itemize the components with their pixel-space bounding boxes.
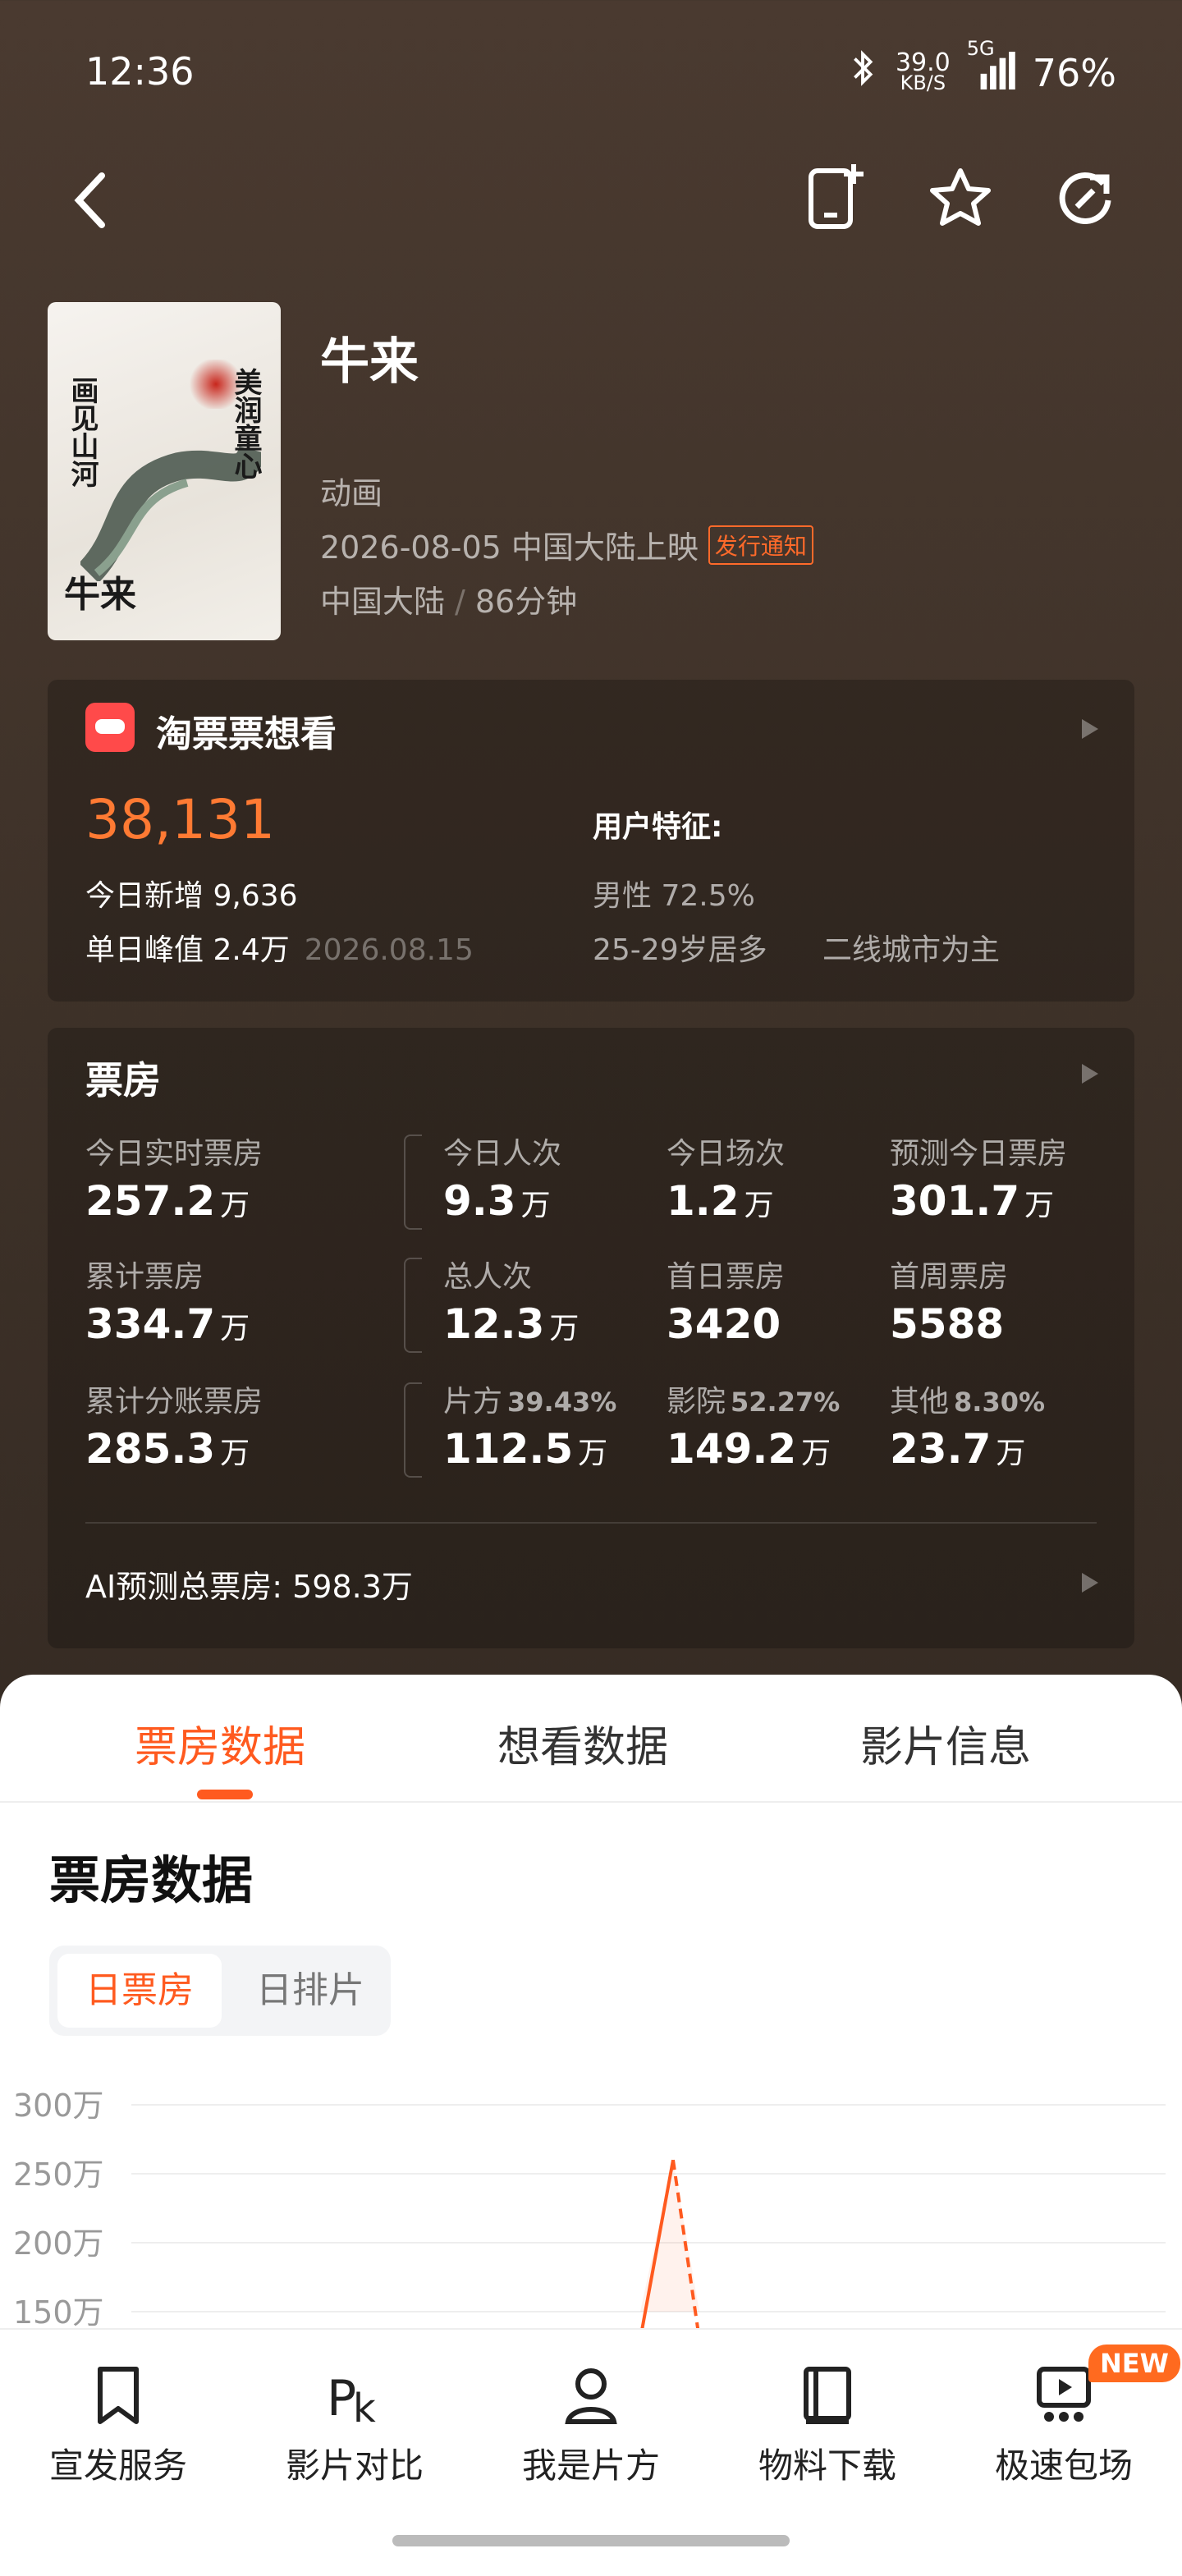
person-icon xyxy=(565,2368,617,2424)
ai-forecast-total[interactable]: AI预测总票房: 598.3万 xyxy=(85,1561,413,1607)
movie-release: 2026-08-05 中国大陆上映 发行通知 xyxy=(320,522,813,567)
movie-region-duration: 中国大陆/86分钟 xyxy=(320,584,578,620)
stat-other-share: 其他 8.30% 23.7 万 xyxy=(890,1385,1046,1473)
nav-i-am-producer[interactable]: 我是片方 xyxy=(501,2363,681,2488)
box-office-card[interactable]: 票房 今日实时票房 257.2 万 今日人次 9.3 万 今日场次 1.2 万 预测今… xyxy=(48,1028,1134,1648)
video-seat-icon xyxy=(1037,2367,1091,2422)
y-tick-label: 300万 xyxy=(13,2088,104,2124)
stat-split-cumulative: 累计分账票房 285.3 万 xyxy=(85,1385,263,1473)
segment-daily-schedule[interactable]: 日排片 xyxy=(238,1954,383,2028)
box-office-line-chart: 300万 250万 200万 150万 xyxy=(13,2088,1166,2331)
daily-peak: 单日峰值 2.4万 2026.08.15 xyxy=(85,933,474,967)
tab-movie-info[interactable]: 影片信息 xyxy=(860,1712,1031,1774)
pk-icon: Pk xyxy=(327,2370,376,2428)
stat-forecast-today: 预测今日票房 301.7 万 xyxy=(890,1137,1068,1225)
stat-producer-share: 片方 39.43% 112.5 万 xyxy=(443,1385,617,1473)
top-nav xyxy=(66,161,1116,240)
user-city: 二线城市为主 xyxy=(822,933,1001,967)
stat-cumulative: 累计票房 334.7 万 xyxy=(85,1260,250,1348)
poster-text-right: 美润童心 xyxy=(229,368,262,479)
movie-title: 牛来 xyxy=(320,333,419,391)
user-feature-title: 用户特征: xyxy=(593,810,723,844)
want-card-title: 淘票票想看 xyxy=(156,713,337,755)
poster-text-left: 画见山河 xyxy=(66,376,98,488)
back-icon[interactable] xyxy=(66,169,115,231)
signal-icon: 5G xyxy=(967,37,1016,94)
book-icon xyxy=(804,2367,851,2424)
nav-movie-compare[interactable]: Pk 影片对比 xyxy=(264,2363,445,2488)
net-speed: 39.0 KB/S xyxy=(895,48,951,94)
svg-text:k: k xyxy=(353,2386,376,2428)
y-tick-label: 250万 xyxy=(13,2157,104,2193)
want-to-see-card[interactable]: 淘票票想看 38,131 今日新增 9,636 单日峰值 2.4万 2026.08… xyxy=(48,680,1134,1002)
nav-actions xyxy=(804,161,1116,235)
chevron-right-icon xyxy=(1082,1064,1098,1084)
bracket-divider xyxy=(404,1134,422,1230)
today-new: 今日新增 9,636 xyxy=(85,879,298,913)
y-tick-label: 200万 xyxy=(13,2225,104,2262)
chevron-right-icon xyxy=(1082,1573,1098,1593)
status-right: 39.0 KB/S 5G 76% xyxy=(846,37,1116,96)
status-time: 12:36 xyxy=(85,49,195,94)
tab-bar: 票房数据 想看数据 影片信息 xyxy=(0,1675,1182,1803)
stat-cinema-share: 影院 52.27% 149.2 万 xyxy=(667,1385,841,1473)
stat-first-week: 首周票房 5588 xyxy=(890,1260,1009,1348)
nav-material-download[interactable]: 物料下载 xyxy=(737,2363,918,2488)
segment-control: 日票房 日排片 xyxy=(49,1946,391,2036)
tab-indicator xyxy=(197,1790,253,1799)
tab-box-office-data[interactable]: 票房数据 xyxy=(135,1712,305,1774)
box-office-title: 票房 xyxy=(85,1058,161,1102)
status-bar: 12:36 39.0 KB/S 5G 76% xyxy=(85,37,1116,99)
segment-daily-box-office[interactable]: 日票房 xyxy=(57,1954,222,2028)
new-badge: NEW xyxy=(1088,2345,1180,2382)
stat-first-day: 首日票房 3420 xyxy=(667,1260,786,1348)
bracket-divider xyxy=(404,1382,422,1478)
stat-total-viewers: 总人次 12.3 万 xyxy=(443,1260,580,1348)
bookmark-icon xyxy=(98,2367,139,2424)
user-age: 25-29岁居多 xyxy=(593,933,767,967)
battery-text: 76% xyxy=(1032,50,1116,95)
want-count: 38,131 xyxy=(85,788,275,851)
bracket-divider xyxy=(404,1258,422,1353)
add-to-device-icon[interactable] xyxy=(804,161,867,235)
nav-promotion-service[interactable]: 宣发服务 xyxy=(28,2363,208,2488)
movie-poster[interactable]: 画见山河 美润童心 牛来 xyxy=(48,302,281,640)
stat-today-viewers: 今日人次 9.3 万 xyxy=(443,1137,562,1225)
svg-text:P: P xyxy=(327,2370,356,2427)
home-indicator[interactable] xyxy=(392,2535,790,2546)
movie-genre: 动画 xyxy=(320,475,383,511)
tab-want-data[interactable]: 想看数据 xyxy=(497,1712,668,1774)
release-notice-tag[interactable]: 发行通知 xyxy=(708,525,813,565)
section-title: 票房数据 xyxy=(49,1850,254,1910)
stat-today-realtime: 今日实时票房 257.2 万 xyxy=(85,1137,263,1225)
bluetooth-icon xyxy=(846,49,879,96)
share-icon[interactable] xyxy=(1054,161,1116,235)
taopiaopiao-logo-icon xyxy=(85,703,135,752)
star-icon[interactable] xyxy=(929,161,992,235)
poster-text-bottom: 牛来 xyxy=(64,574,136,616)
divider xyxy=(85,1522,1097,1524)
y-tick-label: 150万 xyxy=(13,2294,104,2331)
chevron-right-icon xyxy=(1082,719,1098,739)
stat-today-shows: 今日场次 1.2 万 xyxy=(667,1137,786,1225)
user-gender: 男性 72.5% xyxy=(593,879,755,913)
